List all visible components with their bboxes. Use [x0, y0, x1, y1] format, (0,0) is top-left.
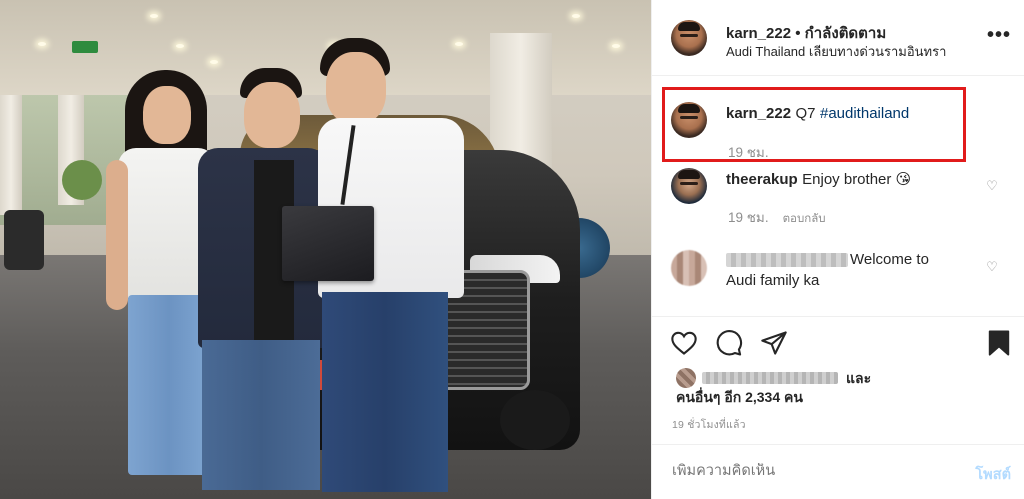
- chair: [4, 210, 44, 270]
- comment-like-icon[interactable]: ♡: [985, 179, 999, 193]
- highlight-box: [662, 87, 966, 162]
- bookmark-icon[interactable]: [985, 329, 1013, 357]
- ceiling-light: [455, 42, 463, 46]
- heart-icon[interactable]: [670, 329, 698, 357]
- pillar: [0, 95, 22, 215]
- likes-and-label: และ: [846, 370, 872, 386]
- post-sidebar: karn_222 • กำลังติดตาม Audi Thailand เลี…: [651, 0, 1024, 499]
- author-avatar[interactable]: [671, 20, 707, 56]
- liker-name-blurred[interactable]: [702, 372, 838, 384]
- post-photo[interactable]: [0, 0, 651, 499]
- comment-time[interactable]: 19 ชม.: [728, 210, 769, 225]
- comment-text: Enjoy brother 😘: [802, 171, 912, 188]
- action-bar: [652, 316, 1024, 368]
- comment-input[interactable]: [672, 463, 932, 479]
- ceiling-light: [176, 44, 184, 48]
- commenter-avatar[interactable]: [671, 168, 707, 204]
- separator-dot: •: [795, 25, 801, 42]
- liker-avatar-blurred[interactable]: [676, 368, 696, 388]
- post-location[interactable]: Audi Thailand เลียบทางด่วนรามอินทรา: [726, 41, 946, 62]
- comment-item: Welcome to Audi family ka ♡: [652, 244, 1024, 306]
- ceiling-light: [150, 14, 158, 18]
- ceiling-light: [210, 60, 218, 64]
- car-wheel: [500, 390, 570, 450]
- ceiling-light: [572, 14, 580, 18]
- comment-text-line1: Welcome to: [850, 251, 929, 268]
- gift-box: [282, 206, 374, 281]
- exit-sign: [72, 41, 98, 53]
- commenter-name-blurred[interactable]: [726, 253, 848, 267]
- comment-meta: 19 ชม. ตอบกลับ: [728, 206, 826, 228]
- comment-username[interactable]: theerakup: [726, 171, 798, 188]
- follow-status-button[interactable]: กำลังติดตาม: [805, 25, 887, 42]
- post-header: karn_222 • กำลังติดตาม Audi Thailand เลี…: [652, 0, 1024, 76]
- add-comment-bar: โพสต์: [652, 444, 1024, 499]
- comment-item: theerakup Enjoy brother 😘 19 ชม. ตอบกลับ …: [652, 166, 1024, 232]
- likes-others-count[interactable]: คนอื่นๆ อีก 2,334 คน: [676, 387, 803, 409]
- comment-text-line2: Audi family ka: [726, 272, 820, 289]
- commenter-avatar-blurred[interactable]: [671, 250, 707, 286]
- ceiling-light: [612, 44, 620, 48]
- reply-button[interactable]: ตอบกลับ: [783, 213, 826, 225]
- post-timestamp[interactable]: 19 ชั่วโมงที่แล้ว: [672, 416, 746, 433]
- comment-icon[interactable]: [715, 329, 743, 357]
- share-icon[interactable]: [760, 329, 788, 357]
- more-options-icon[interactable]: •••: [987, 24, 1011, 47]
- comment-like-icon[interactable]: ♡: [985, 260, 999, 274]
- plant: [62, 160, 102, 200]
- post-comment-button[interactable]: โพสต์: [975, 463, 1011, 486]
- ceiling-light: [38, 42, 46, 46]
- comment-line: theerakup Enjoy brother 😘: [726, 170, 911, 189]
- author-username[interactable]: karn_222: [726, 25, 791, 42]
